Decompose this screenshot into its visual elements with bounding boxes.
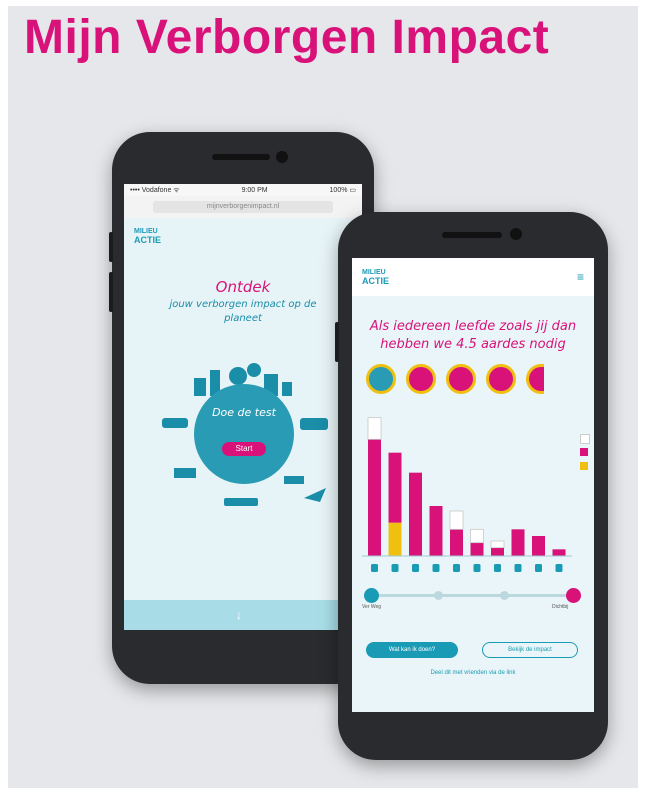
- earth-icon: [406, 364, 436, 394]
- bar-phone: [368, 439, 381, 556]
- results-body: Als iedereen leefde zoals jij dan hebben…: [352, 296, 594, 712]
- bar-train: [552, 549, 566, 556]
- browser-url-bar[interactable]: mijnverborgenimpact.nl: [124, 196, 362, 219]
- url-field[interactable]: mijnverborgenimpact.nl: [153, 201, 333, 213]
- pants-icon: [432, 564, 440, 572]
- slider-end-handle[interactable]: [566, 588, 581, 603]
- bar-car: [388, 452, 402, 523]
- globe: Doe de test Start: [194, 384, 294, 484]
- house-icon: [494, 564, 501, 572]
- earth-icon: [366, 364, 396, 394]
- phone-right: MILIEU ACTIE ≡ Als iedereen leefde zoals…: [335, 212, 608, 760]
- logo-line-2: ACTIE: [362, 276, 389, 286]
- side-button: [335, 322, 339, 362]
- hamburger-icon[interactable]: ≡: [577, 270, 584, 284]
- bar-plane: [450, 529, 463, 556]
- camera: [276, 151, 288, 163]
- camera: [510, 228, 522, 240]
- slider-start-handle[interactable]: [364, 588, 379, 603]
- impact-chart-svg: [362, 417, 572, 572]
- bar-outline-house: [490, 540, 505, 549]
- what-can-i-do-button[interactable]: Wat kan ik doen?: [366, 642, 458, 658]
- result-headline: Als iedereen leefde zoals jij dan hebben…: [369, 319, 577, 352]
- logo: MILIEU ACTIE: [134, 228, 161, 245]
- landing-heading: Ontdek: [215, 278, 271, 296]
- plane-illustration: [284, 476, 304, 484]
- impact-chart: [362, 406, 584, 582]
- earth-icon: [486, 364, 516, 394]
- boat-illustration: [224, 498, 258, 506]
- status-bar: •••• Vodafone ᯤ 9:00 PM 100% ▭: [124, 184, 362, 196]
- bar-outline-plane: [449, 510, 464, 530]
- train-icon: [555, 564, 563, 572]
- bar-food: [409, 472, 422, 556]
- globe-text: Doe de test: [212, 406, 276, 419]
- bar-car: [388, 522, 402, 556]
- bus-icon: [535, 564, 542, 572]
- earth-icon: [526, 364, 544, 394]
- slider-left-label: Ver Weg: [362, 604, 382, 610]
- speaker: [212, 154, 270, 160]
- bar-outline-shirt: [470, 528, 484, 544]
- time-label: 9:00 PM: [241, 186, 268, 194]
- train-illustration: [174, 468, 196, 478]
- phone-left: •••• Vodafone ᯤ 9:00 PM 100% ▭ mijnverbo…: [109, 132, 374, 684]
- legend-white: [580, 434, 590, 444]
- earth-icon: [446, 364, 476, 394]
- plane-icon: [453, 564, 460, 572]
- bus-illustration: [300, 418, 328, 430]
- bar-meat: [511, 529, 525, 556]
- meat-icon: [514, 564, 522, 572]
- building-illustration: [194, 378, 206, 396]
- bar-house: [491, 547, 504, 556]
- speaker: [442, 232, 502, 238]
- car-icon: [391, 564, 399, 572]
- phone-right-screen: MILIEU ACTIE ≡ Als iedereen leefde zoals…: [352, 258, 594, 712]
- legend-magenta: [580, 448, 588, 456]
- building-illustration: [282, 382, 292, 396]
- battery-label: 100% ▭: [329, 187, 356, 194]
- start-button[interactable]: Start: [222, 442, 266, 456]
- app-header: MILIEU ACTIE ≡: [352, 258, 594, 297]
- view-impact-button[interactable]: Bekijk de impact: [482, 642, 578, 658]
- tree-illustration: [247, 363, 261, 377]
- share-footnote[interactable]: Deel dit met vrienden via de link: [352, 670, 594, 676]
- car-illustration: [162, 418, 188, 428]
- phone-icon: [371, 564, 378, 572]
- side-button: [109, 232, 113, 262]
- food-icon: [412, 564, 419, 572]
- shirt-icon: [473, 564, 481, 572]
- tree-illustration: [229, 367, 247, 385]
- bar-bus: [532, 536, 545, 556]
- slider-step[interactable]: [434, 591, 443, 600]
- landing-body: MILIEU ACTIE Ontdek jouw verborgen impac…: [124, 218, 362, 630]
- plane-illustration: [304, 488, 326, 502]
- carrier-label: •••• Vodafone ᯤ: [130, 186, 180, 194]
- bar-shirt: [470, 542, 484, 556]
- distance-slider[interactable]: [364, 588, 581, 603]
- slider-right-label: Dichtbij: [552, 604, 569, 610]
- logo: MILIEU ACTIE: [362, 269, 389, 286]
- side-button: [109, 272, 113, 312]
- slider-step[interactable]: [500, 591, 509, 600]
- wave-footer: ↓: [124, 600, 362, 630]
- landing-subheading: jouw verborgen impact op de planeet: [169, 299, 317, 324]
- bar-pants: [429, 506, 443, 556]
- bar-phone: [367, 417, 382, 440]
- legend-yellow: [580, 462, 588, 470]
- logo-line-2: ACTIE: [134, 235, 161, 245]
- arrow-down-icon[interactable]: ↓: [236, 608, 242, 622]
- phone-left-screen: •••• Vodafone ᯤ 9:00 PM 100% ▭ mijnverbo…: [124, 184, 362, 630]
- page-title: Mijn Verborgen Impact: [24, 11, 550, 64]
